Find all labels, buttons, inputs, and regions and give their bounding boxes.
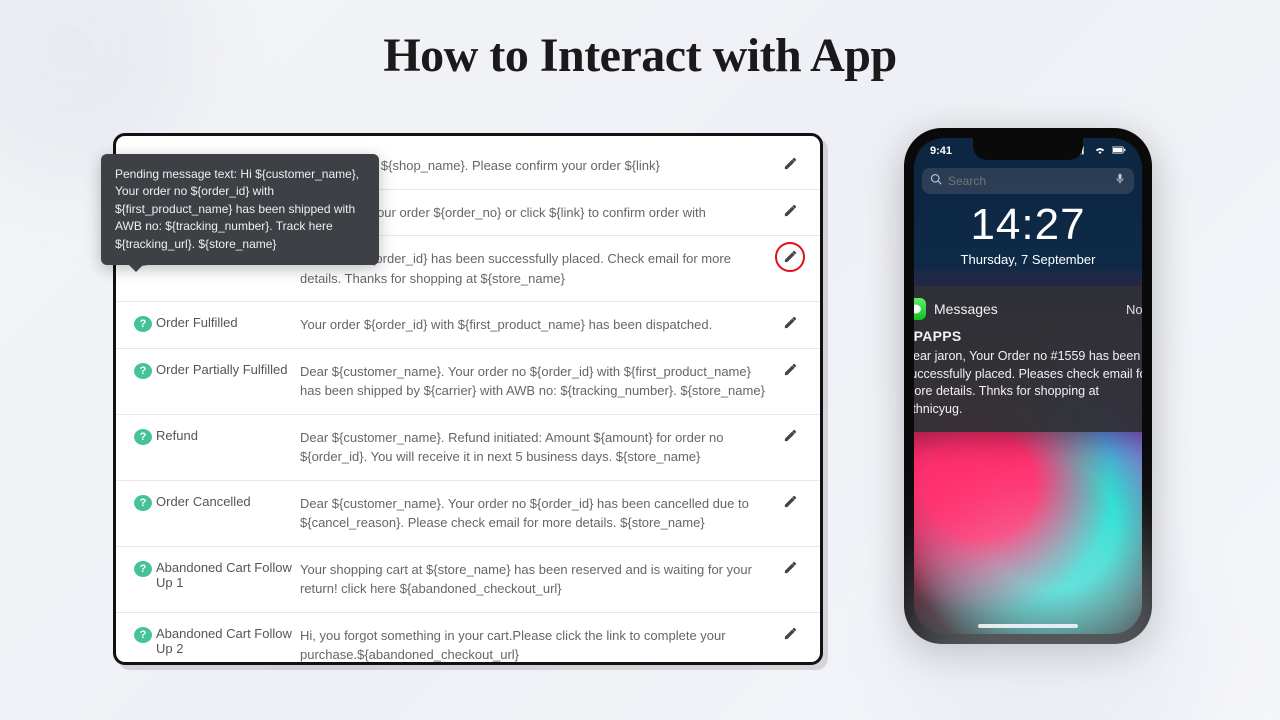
template-label: Abandoned Cart Follow Up 1 (156, 560, 300, 590)
template-label: Order Cancelled (156, 494, 300, 509)
notification-app-name: Messages (934, 301, 1118, 317)
help-icon[interactable]: ? (134, 495, 152, 511)
edit-button[interactable] (778, 203, 802, 218)
pending-message-tooltip: Pending message text: Hi ${customer_name… (101, 154, 379, 265)
template-row: ?Abandoned Cart Follow Up 2Hi, you forgo… (116, 613, 820, 666)
help-icon[interactable]: ? (134, 316, 152, 332)
notification-card[interactable]: Messages Now SPAPPS Dear jaron, Your Ord… (914, 286, 1142, 432)
notification-body: Dear jaron, Your Order no #1559 has been… (914, 348, 1142, 418)
template-message: Your shopping cart at ${store_name} has … (300, 560, 768, 599)
template-message: Dear ${customer_name}. Your order no ${o… (300, 494, 768, 533)
mic-icon[interactable] (1114, 172, 1126, 190)
clock-date: Thursday, 7 September (914, 252, 1142, 267)
template-label: Abandoned Cart Follow Up 2 (156, 626, 300, 656)
edit-button[interactable] (778, 362, 802, 377)
template-message: Your order ${order_id} with ${first_prod… (300, 315, 768, 335)
help-icon[interactable]: ? (134, 627, 152, 643)
template-row: ? Order CancelledDear ${customer_name}. Y… (116, 481, 820, 547)
template-label: Refund (156, 428, 300, 443)
messages-app-icon (914, 298, 926, 320)
edit-button[interactable] (778, 249, 802, 264)
template-row: ? RefundDear ${customer_name}. Refund ini… (116, 415, 820, 481)
edit-button[interactable] (778, 156, 802, 171)
help-icon[interactable]: ? (134, 363, 152, 379)
spotlight-search[interactable] (922, 168, 1134, 194)
phone-notch (973, 138, 1083, 160)
help-icon[interactable]: ? (134, 429, 152, 445)
home-indicator[interactable] (978, 624, 1078, 628)
template-label: Order Fulfilled (156, 315, 300, 330)
template-message: Dear ${customer_name}. Your order no ${o… (300, 362, 768, 401)
edit-button[interactable] (778, 560, 802, 575)
clock-time: 14:27 (914, 200, 1142, 250)
search-input[interactable] (948, 174, 1108, 188)
help-icon[interactable]: ? (134, 561, 152, 577)
template-row: ? Order Partially FulfilledDear ${custome… (116, 349, 820, 415)
template-message: Dear ${customer_name}. Refund initiated:… (300, 428, 768, 467)
notification-sender: SPAPPS (914, 328, 1142, 344)
edit-button[interactable] (778, 315, 802, 330)
phone-mockup: 9:41 14:27 T (904, 128, 1152, 644)
page-title: How to Interact with App (0, 0, 1280, 83)
template-row: ? Order FulfilledYour order ${order_id} w… (116, 302, 820, 349)
template-label: Order Partially Fulfilled (156, 362, 300, 377)
status-time: 9:41 (930, 145, 952, 157)
search-icon (930, 172, 942, 190)
template-row: ?Abandoned Cart Follow Up 1Your shopping… (116, 547, 820, 613)
template-message: Hi, you forgot something in your cart.Pl… (300, 626, 768, 665)
notification-time: Now (1126, 302, 1142, 317)
edit-button[interactable] (778, 428, 802, 443)
battery-icon (1112, 145, 1126, 158)
lock-screen-clock: 14:27 Thursday, 7 September (914, 200, 1142, 267)
edit-button[interactable] (778, 494, 802, 509)
edit-button[interactable] (778, 626, 802, 641)
wifi-icon (1093, 145, 1107, 158)
